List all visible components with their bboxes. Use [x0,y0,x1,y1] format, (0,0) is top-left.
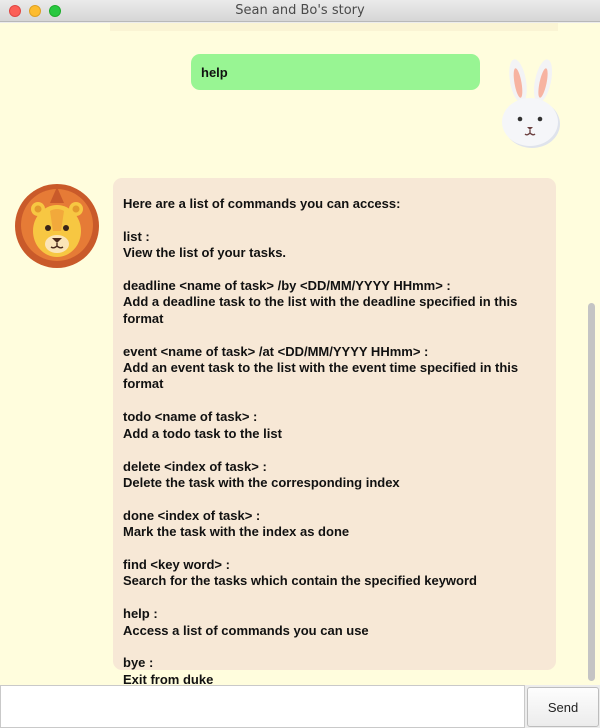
scrollbar-thumb[interactable] [588,303,595,681]
input-bar: Send [0,685,600,728]
chat-scroll-pane[interactable]: help Here are a list of commands you can… [0,23,600,685]
window-title: Sean and Bo's story [235,3,365,18]
previous-message-edge [110,23,558,31]
bunny-avatar-icon [502,59,560,148]
bot-message-bubble: Here are a list of commands you can acce… [113,178,556,685]
send-button[interactable]: Send [527,687,599,727]
lion-avatar-icon [15,184,99,268]
message-input[interactable] [0,685,525,728]
chat-scrollbar[interactable] [584,23,600,685]
user-message-bubble: help [191,54,480,90]
window-titlebar: Sean and Bo's story [0,0,600,22]
